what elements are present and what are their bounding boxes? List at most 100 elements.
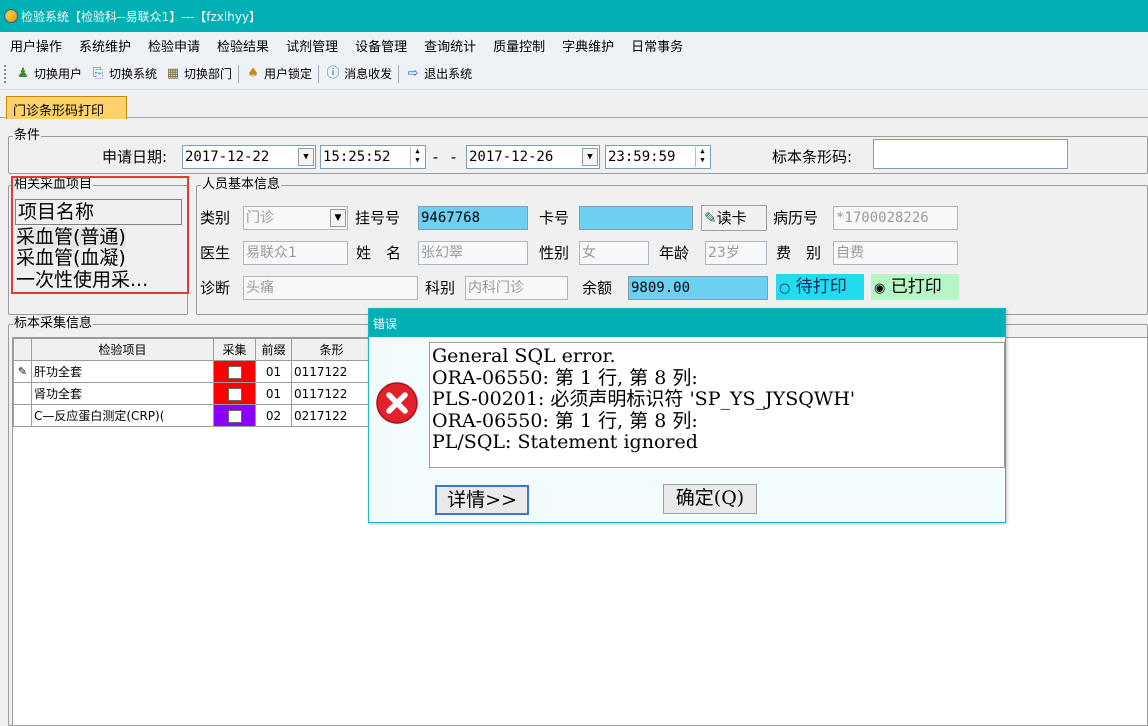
cell-prefix[interactable]: 01	[255, 360, 292, 383]
blood-item[interactable]: 一次性使用采...	[16, 270, 148, 291]
barcode-label: 标本条形码:	[772, 148, 853, 166]
radio-pending-label: 待打印	[795, 277, 847, 297]
collect-checkbox[interactable]	[227, 409, 242, 423]
cell-prefix[interactable]: 02	[255, 404, 292, 427]
menu-quality-control[interactable]: 质量控制	[484, 36, 553, 55]
menu-dictionary[interactable]: 字典维护	[553, 36, 622, 55]
cell-collect[interactable]	[213, 382, 256, 405]
cell-collect[interactable]	[213, 404, 256, 427]
cell-item[interactable]: 肝功全套	[31, 360, 214, 383]
date-to-dropdown-icon[interactable]: ▼	[582, 148, 598, 166]
switch-user-label: 切换用户	[34, 67, 83, 81]
radio-printed[interactable]: ◉ 已打印	[871, 274, 959, 300]
tab-outpatient-barcode-print[interactable]: 门诊条形码打印	[6, 96, 127, 119]
fee-type-field[interactable]: 自费	[833, 241, 958, 265]
user-lock-button[interactable]: ♠ 用户锁定	[241, 65, 316, 82]
collect-checkbox[interactable]	[227, 365, 242, 379]
radio-pending-print[interactable]: ○ 待打印	[776, 274, 864, 300]
blood-item[interactable]: 采血管(血凝)	[16, 248, 126, 269]
menu-system-maintenance[interactable]: 系统维护	[70, 36, 139, 55]
column-header-collect[interactable]: 采集	[213, 338, 256, 361]
cell-prefix[interactable]: 01	[255, 382, 292, 405]
date-from-dropdown-icon[interactable]: ▼	[298, 148, 314, 166]
read-card-button[interactable]: ✎读卡	[701, 205, 767, 231]
messages-label: 消息收发	[344, 67, 393, 81]
reg-no-field[interactable]: 9467768	[418, 206, 528, 230]
age-field[interactable]: 23岁	[705, 241, 767, 265]
category-dropdown-icon[interactable]: ▼	[330, 209, 346, 227]
diagnosis-field[interactable]: 头痛	[243, 276, 418, 300]
row-indicator	[13, 382, 32, 405]
info-icon: ⓘ	[326, 65, 340, 81]
record-no-field[interactable]: *1700028226	[833, 206, 958, 230]
apply-date-label: 申请日期:	[102, 148, 168, 166]
balance-label: 余额	[582, 279, 613, 297]
menu-user-ops[interactable]: 用户操作	[0, 36, 70, 55]
column-header-prefix[interactable]: 前缀	[255, 338, 292, 361]
error-dialog-title[interactable]: 错误	[369, 309, 1005, 337]
category-label: 类别	[200, 209, 231, 227]
time-from-field[interactable]: 15:25:52 ▲ ▼	[320, 145, 426, 169]
cell-barcode[interactable]: 0117122	[291, 360, 372, 383]
conditions-group-label: 条件	[13, 128, 42, 144]
cell-item[interactable]: 肾功全套	[31, 382, 214, 405]
collect-checkbox[interactable]	[227, 387, 242, 401]
category-select[interactable]: 门诊 ▼	[243, 206, 348, 230]
switch-user-button[interactable]: ♟ 切换用户	[11, 65, 86, 82]
time-to-spinner-icon[interactable]: ▲ ▼	[695, 147, 709, 167]
cell-barcode[interactable]: 0217122	[291, 404, 372, 427]
messages-button[interactable]: ⓘ 消息收发	[321, 65, 396, 82]
cell-item[interactable]: C—反应蛋白测定(CRP)(	[31, 404, 214, 427]
date-range-separator: - -	[431, 148, 459, 166]
switch-dept-button[interactable]: ▦ 切换部门	[161, 65, 236, 82]
exit-icon: ⇨	[407, 65, 419, 81]
row-edit-icon: ✎	[13, 360, 32, 383]
time-from-spinner-icon[interactable]: ▲ ▼	[410, 147, 424, 167]
window-title-bar: 检验系统【检验科--易联众1】---【fzxlhyy】	[0, 0, 1148, 32]
barcode-input[interactable]	[873, 139, 1068, 169]
balance-field[interactable]: 9809.00	[628, 276, 768, 300]
reg-no-label: 挂号号	[355, 209, 401, 227]
menu-device-mgmt[interactable]: 设备管理	[346, 36, 415, 55]
toolbar-grip[interactable]	[4, 64, 7, 83]
details-button[interactable]: 详情>>	[435, 485, 529, 515]
date-to-picker[interactable]: 2017-12-26 ▼	[466, 145, 600, 169]
blood-item[interactable]: 采血管(普通)	[16, 227, 126, 248]
category-value: 门诊	[246, 210, 274, 226]
radio-unchecked-icon: ○	[779, 281, 791, 296]
date-to-value: 2017-12-26	[469, 149, 554, 165]
diagnosis-label: 诊断	[200, 279, 231, 297]
column-header-item[interactable]: 检验项目	[31, 338, 214, 361]
name-field[interactable]: 张幻翠	[418, 241, 528, 265]
tab-strip: 门诊条形码打印	[0, 94, 1148, 119]
card-no-field[interactable]	[579, 206, 693, 230]
exit-button[interactable]: ⇨ 退出系统	[401, 65, 476, 82]
sample-table-header: 检验项目 采集 前缀 条形	[13, 338, 372, 361]
toolbar-separator	[318, 64, 320, 83]
table-row[interactable]: ✎ 肝功全套 01 0117122	[13, 360, 372, 383]
column-header-barcode[interactable]: 条形	[291, 338, 372, 361]
table-row[interactable]: C—反应蛋白测定(CRP)( 02 0217122	[13, 404, 372, 427]
table-row[interactable]: 肾功全套 01 0117122	[13, 382, 372, 405]
department-field[interactable]: 内科门诊	[465, 276, 568, 300]
date-from-picker[interactable]: 2017-12-22 ▼	[182, 145, 316, 169]
menu-lab-request[interactable]: 检验申请	[139, 36, 208, 55]
cell-barcode[interactable]: 0117122	[291, 382, 372, 405]
blood-items-header[interactable]: 项目名称	[15, 199, 182, 225]
users-icon: ♟	[17, 65, 29, 81]
menu-daily-affairs[interactable]: 日常事务	[622, 36, 691, 55]
switch-system-button[interactable]: ⎘ 切换系统	[86, 65, 161, 82]
sex-field[interactable]: 女	[579, 241, 649, 265]
time-to-field[interactable]: 23:59:59 ▲ ▼	[605, 145, 711, 169]
doctor-field[interactable]: 易联众1	[243, 241, 348, 265]
row-indicator-header	[13, 338, 32, 361]
menu-query-stats[interactable]: 查询统计	[415, 36, 484, 55]
switch-system-label: 切换系统	[109, 67, 158, 81]
date-from-value: 2017-12-22	[185, 149, 270, 165]
app-icon	[4, 9, 18, 23]
cell-collect[interactable]	[213, 360, 256, 383]
sample-table: 检验项目 采集 前缀 条形 ✎ 肝功全套 01 0117122 肾功全套 01 …	[13, 338, 372, 427]
ok-button[interactable]: 确定(Q)	[663, 484, 757, 514]
menu-lab-results[interactable]: 检验结果	[208, 36, 277, 55]
menu-reagent-mgmt[interactable]: 试剂管理	[277, 36, 346, 55]
